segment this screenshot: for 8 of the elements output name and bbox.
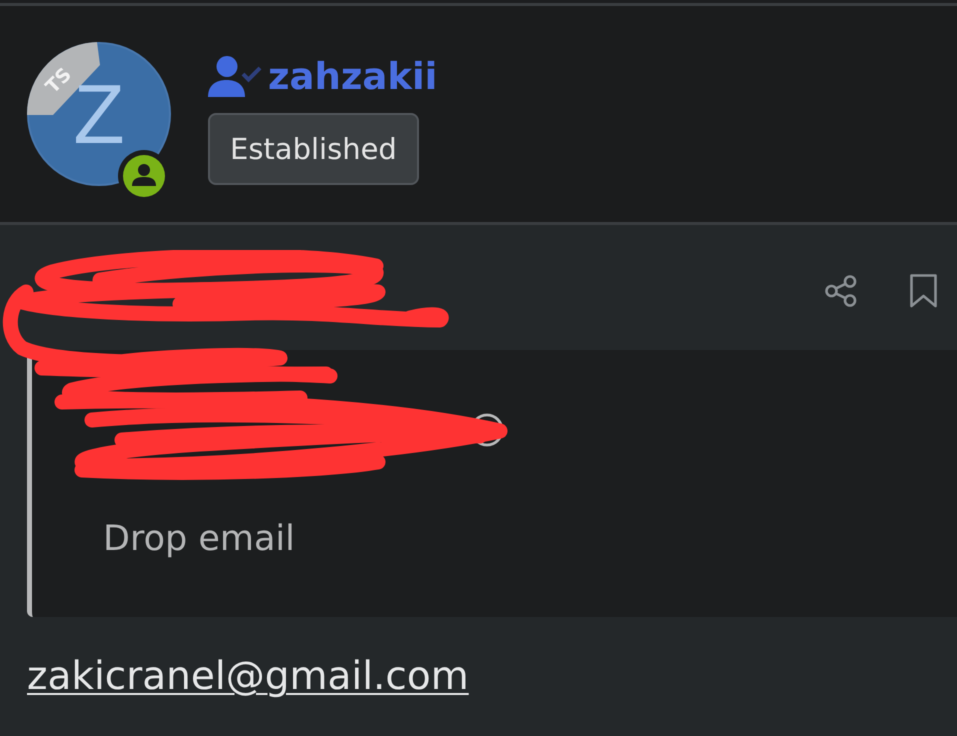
- quote-text: Drop email: [103, 518, 296, 560]
- username-link[interactable]: zahzakii: [268, 55, 438, 98]
- ribbon-label: TS: [42, 64, 76, 98]
- email-link[interactable]: zakicranel@gmail.com: [27, 654, 469, 700]
- bookmark-icon[interactable]: [910, 274, 937, 308]
- share-icon[interactable]: [825, 275, 857, 307]
- user-title-badge: Established: [208, 113, 419, 185]
- avatar-letter: Z: [73, 67, 125, 161]
